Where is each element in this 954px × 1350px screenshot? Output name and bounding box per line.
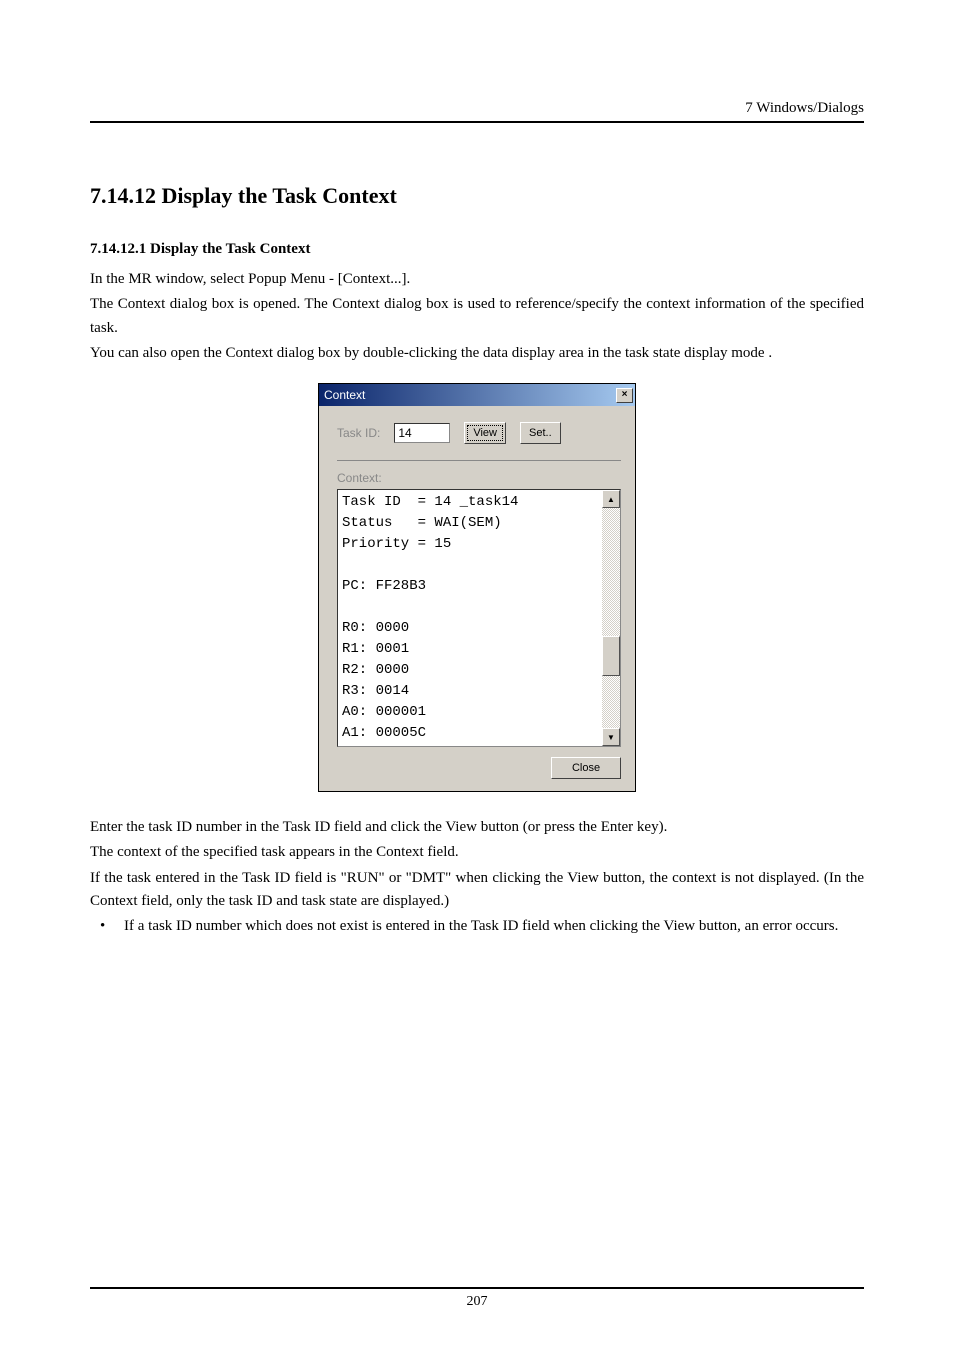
page-footer: 207	[90, 1287, 864, 1310]
paragraph-2: The Context dialog box is opened. The Co…	[90, 293, 864, 340]
dialog-footer: Close	[337, 747, 621, 779]
task-id-input[interactable]	[394, 423, 450, 443]
scroll-thumb[interactable]	[602, 636, 620, 676]
close-icon[interactable]: ×	[616, 388, 633, 403]
dialog-screenshot: Context × Task ID: View Set.. Context: T…	[90, 383, 864, 792]
scroll-down-icon[interactable]: ▼	[602, 728, 620, 746]
paragraph-1: In the MR window, select Popup Menu - [C…	[90, 268, 864, 291]
bullet-item: • If a task ID number which does not exi…	[100, 915, 864, 938]
dialog-body: Task ID: View Set.. Context: Task ID = 1…	[319, 406, 635, 791]
subsection-heading: 7.14.12.1 Display the Task Context	[90, 241, 864, 258]
context-label: Context:	[337, 471, 621, 485]
vertical-scrollbar[interactable]: ▲ ▼	[602, 490, 620, 746]
view-button[interactable]: View	[464, 422, 506, 444]
context-textarea: Task ID = 14 _task14 Status = WAI(SEM) P…	[337, 489, 621, 747]
page-header-chapter: 7 Windows/Dialogs	[90, 100, 864, 123]
scroll-track[interactable]	[602, 508, 620, 728]
paragraph-3: You can also open the Context dialog box…	[90, 342, 864, 365]
context-dialog: Context × Task ID: View Set.. Context: T…	[318, 383, 636, 792]
set-button[interactable]: Set..	[520, 422, 561, 444]
dialog-title: Context	[324, 388, 365, 402]
page-number: 207	[90, 1287, 864, 1310]
dialog-titlebar: Context ×	[319, 384, 635, 406]
task-id-row: Task ID: View Set..	[337, 422, 621, 461]
bullet-text: If a task ID number which does not exist…	[124, 915, 838, 938]
task-id-label: Task ID:	[337, 426, 380, 440]
bullet-marker-icon: •	[100, 915, 124, 938]
after-p2: The context of the specified task appear…	[90, 841, 864, 864]
after-p3: If the task entered in the Task ID field…	[90, 867, 864, 914]
context-content: Task ID = 14 _task14 Status = WAI(SEM) P…	[338, 490, 602, 746]
section-heading: 7.14.12 Display the Task Context	[90, 183, 864, 209]
close-button[interactable]: Close	[551, 757, 621, 779]
after-p1: Enter the task ID number in the Task ID …	[90, 816, 864, 839]
scroll-up-icon[interactable]: ▲	[602, 490, 620, 508]
